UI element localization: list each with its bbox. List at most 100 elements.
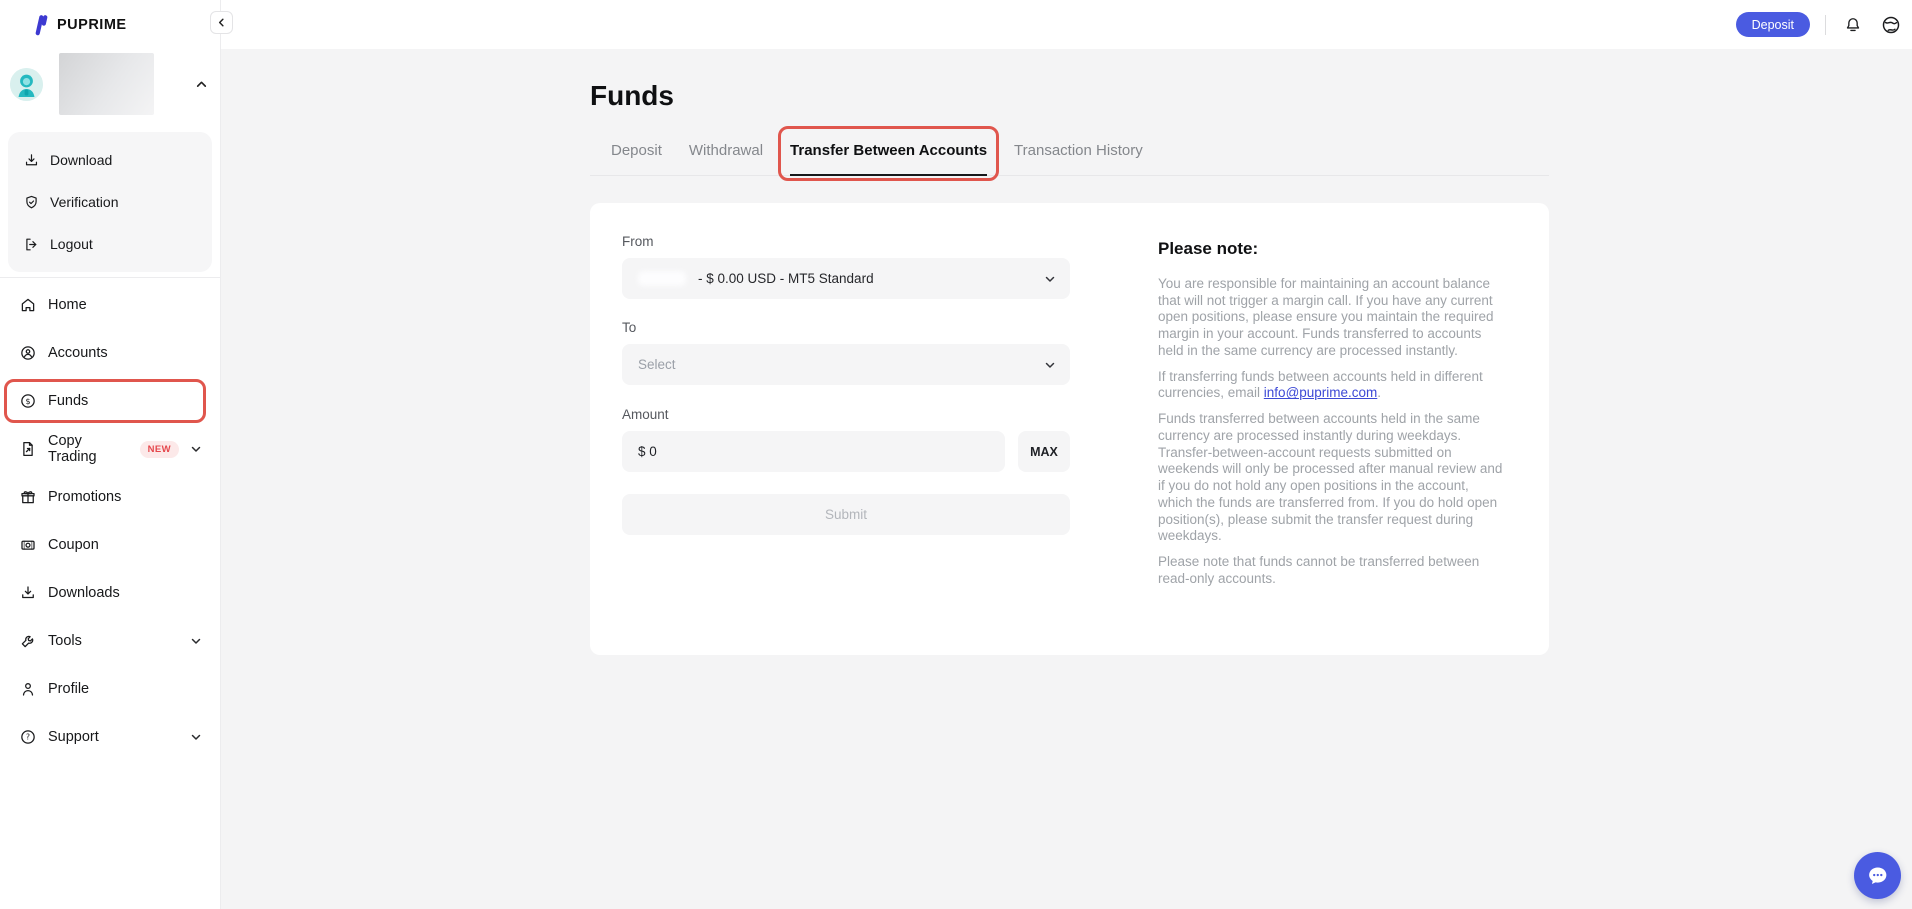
support-icon: ? <box>19 728 37 746</box>
sidebar-item-coupon[interactable]: Coupon <box>0 521 220 569</box>
menu-item-label: Download <box>50 152 112 168</box>
tab-deposit[interactable]: Deposit <box>611 142 662 176</box>
chevron-down-icon <box>190 443 202 455</box>
menu-item-label: Verification <box>50 194 118 210</box>
note-paragraph: Funds transferred between accounts held … <box>1158 411 1503 545</box>
menu-item-label: Logout <box>50 236 93 252</box>
avatar <box>10 68 43 101</box>
brand-logo[interactable]: PUPRIME <box>0 0 220 36</box>
profile-row[interactable] <box>10 53 208 115</box>
chevron-down-icon <box>1044 273 1056 285</box>
sidebar-item-label: Tools <box>48 633 82 649</box>
sidebar-item-label: Downloads <box>48 585 120 601</box>
sidebar-nav: Home Accounts $ Funds Copy Trading NEW <box>0 281 220 761</box>
to-select[interactable]: Select <box>622 344 1070 385</box>
amount-input[interactable] <box>622 431 1005 472</box>
tab-label: Transfer Between Accounts <box>790 142 987 159</box>
sidebar-item-copy-trading[interactable]: Copy Trading NEW <box>0 425 220 473</box>
home-icon <box>19 296 37 314</box>
language-button[interactable] <box>1880 14 1902 36</box>
puprime-logo-icon <box>30 14 50 36</box>
accounts-icon <box>19 344 37 362</box>
note-title: Please note: <box>1158 239 1503 259</box>
note-panel: Please note: You are responsible for mai… <box>1158 234 1503 615</box>
transfer-form: From - $ 0.00 USD - MT5 Standard To Sele… <box>622 234 1070 615</box>
svg-text:?: ? <box>26 733 30 742</box>
topbar-divider <box>1825 15 1826 35</box>
from-select-value: - $ 0.00 USD - MT5 Standard <box>698 271 874 286</box>
topbar: Deposit <box>221 0 1912 49</box>
max-button[interactable]: MAX <box>1018 431 1070 472</box>
note-text: . <box>1377 385 1381 400</box>
downloads-icon <box>19 584 37 602</box>
deposit-button[interactable]: Deposit <box>1736 12 1810 37</box>
note-paragraph: Please note that funds cannot be transfe… <box>1158 554 1503 587</box>
from-select[interactable]: - $ 0.00 USD - MT5 Standard <box>622 258 1070 299</box>
page-title: Funds <box>590 80 1912 112</box>
redacted-username <box>59 53 154 115</box>
note-paragraph: If transferring funds between accounts h… <box>1158 369 1503 402</box>
amount-label: Amount <box>622 407 1070 422</box>
notifications-button[interactable] <box>1843 15 1863 35</box>
sidebar-item-label: Copy Trading <box>48 433 122 465</box>
sidebar-item-label: Accounts <box>48 345 108 361</box>
sidebar-item-downloads[interactable]: Downloads <box>0 569 220 617</box>
tab-transfer-between-accounts[interactable]: Transfer Between Accounts <box>790 142 987 176</box>
transfer-card: From - $ 0.00 USD - MT5 Standard To Sele… <box>590 203 1549 655</box>
sidebar-item-promotions[interactable]: Promotions <box>0 473 220 521</box>
sidebar-item-label: Home <box>48 297 87 313</box>
coupon-icon <box>19 536 37 554</box>
sidebar-item-label: Promotions <box>48 489 121 505</box>
note-paragraph: You are responsible for maintaining an a… <box>1158 276 1503 360</box>
chevron-up-icon <box>195 78 208 91</box>
to-label: To <box>622 320 1070 335</box>
brand-name: PUPRIME <box>57 17 127 33</box>
logout-icon <box>23 236 40 253</box>
copy-trading-icon <box>19 440 37 458</box>
redacted-account-number <box>638 271 686 286</box>
sidebar-item-label: Profile <box>48 681 89 697</box>
sidebar-item-label: Coupon <box>48 537 99 553</box>
submit-button[interactable]: Submit <box>622 494 1070 535</box>
sidebar-item-label: Funds <box>48 393 88 409</box>
globe-icon <box>1880 14 1902 36</box>
support-email-link[interactable]: info@puprime.com <box>1264 385 1378 400</box>
sidebar-item-profile[interactable]: Profile <box>0 665 220 713</box>
sidebar-item-accounts[interactable]: Accounts <box>0 329 220 377</box>
sidebar-divider <box>0 277 220 278</box>
tab-withdrawal[interactable]: Withdrawal <box>689 142 763 176</box>
shield-check-icon <box>23 194 40 211</box>
account-menu: Download Verification Logout <box>8 132 212 272</box>
amount-row: MAX <box>622 431 1070 472</box>
profile-icon <box>19 680 37 698</box>
sidebar-item-home[interactable]: Home <box>0 281 220 329</box>
menu-item-logout[interactable]: Logout <box>8 223 212 265</box>
live-chat-button[interactable] <box>1854 852 1901 899</box>
main-area: Deposit Funds Deposit Withdrawal Transfe… <box>221 0 1912 655</box>
tabs: Deposit Withdrawal Transfer Between Acco… <box>590 142 1549 176</box>
new-badge: NEW <box>140 441 179 458</box>
from-label: From <box>622 234 1070 249</box>
chevron-down-icon <box>190 635 202 647</box>
menu-item-verification[interactable]: Verification <box>8 181 212 223</box>
menu-item-download[interactable]: Download <box>8 139 212 181</box>
chevron-down-icon <box>190 731 202 743</box>
sidebar-item-tools[interactable]: Tools <box>0 617 220 665</box>
svg-text:$: $ <box>25 396 30 406</box>
sidebar-item-funds[interactable]: $ Funds <box>0 377 220 425</box>
content: Funds Deposit Withdrawal Transfer Betwee… <box>221 80 1912 655</box>
chat-icon <box>1865 863 1891 889</box>
bell-icon <box>1843 15 1863 35</box>
download-icon <box>23 152 40 169</box>
to-select-placeholder: Select <box>638 357 676 372</box>
sidebar: PUPRIME Download Verif <box>0 0 221 909</box>
tools-icon <box>19 632 37 650</box>
tab-transaction-history[interactable]: Transaction History <box>1014 142 1143 176</box>
promotions-icon <box>19 488 37 506</box>
chevron-down-icon <box>1044 359 1056 371</box>
chevron-left-icon <box>216 17 227 28</box>
sidebar-item-support[interactable]: ? Support <box>0 713 220 761</box>
funds-icon: $ <box>19 392 37 410</box>
sidebar-item-label: Support <box>48 729 99 745</box>
sidebar-collapse-button[interactable] <box>210 11 233 34</box>
